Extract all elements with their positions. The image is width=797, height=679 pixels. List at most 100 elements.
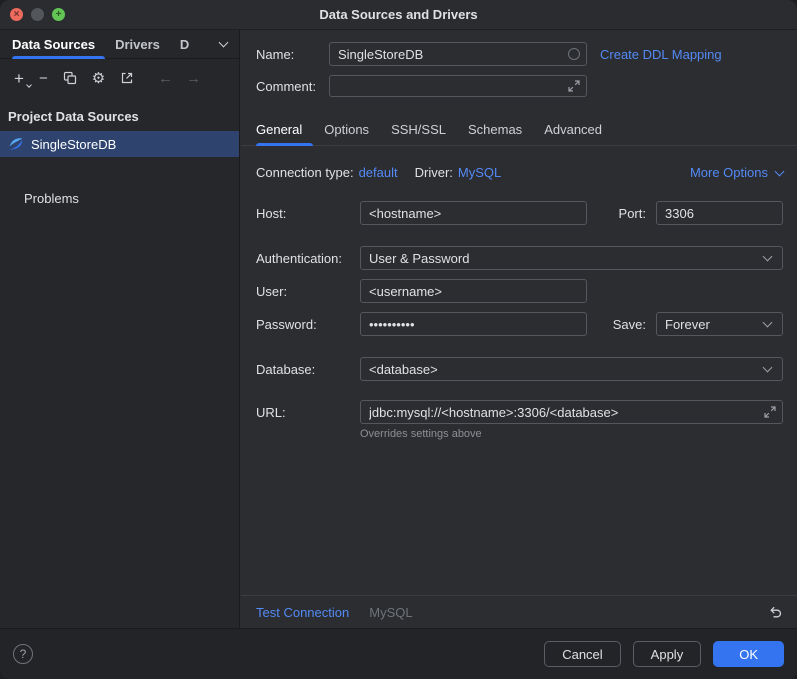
test-connection-link[interactable]: Test Connection [256, 605, 349, 620]
chevron-down-icon [763, 363, 773, 373]
create-ddl-mapping-link[interactable]: Create DDL Mapping [600, 47, 722, 62]
revert-button[interactable] [768, 605, 783, 620]
titlebar: × + Data Sources and Drivers [0, 0, 797, 30]
add-data-source-button[interactable]: + [14, 70, 24, 87]
ok-button[interactable]: OK [713, 641, 784, 667]
zoom-window-button[interactable]: + [52, 8, 65, 21]
sidebar: Data Sources Drivers D + − [0, 30, 240, 628]
chevron-down-icon [775, 166, 785, 176]
port-input[interactable] [657, 202, 782, 224]
list-item-label: SingleStoreDB [31, 137, 116, 152]
driver-value-link[interactable]: MySQL [458, 165, 501, 180]
name-input[interactable] [330, 43, 568, 65]
save-label: Save: [613, 317, 646, 332]
user-label: User: [256, 284, 360, 299]
tab-ssh-ssl-label: SSH/SSL [391, 122, 446, 137]
comment-input[interactable] [330, 76, 568, 96]
comment-field [329, 75, 587, 97]
port-field [656, 201, 783, 225]
dialog-footer: ? Cancel Apply OK [0, 628, 797, 679]
connection-footer: Test Connection MySQL [241, 595, 797, 628]
sidebar-tabs: Data Sources Drivers D [0, 30, 239, 59]
chevron-down-icon [763, 252, 773, 262]
data-source-properties-button[interactable]: ⚙ [92, 71, 105, 86]
expand-url-button[interactable] [764, 406, 776, 418]
password-input[interactable] [361, 313, 586, 335]
tab-schemas-label: Schemas [468, 122, 522, 137]
list-item-singlestoredb[interactable]: SingleStoreDB [0, 131, 239, 157]
minimize-window-button[interactable] [31, 8, 44, 21]
cancel-button[interactable]: Cancel [544, 641, 620, 667]
settings-tabs: General Options SSH/SSL Schemas Advanced [241, 118, 797, 146]
gear-icon: ⚙ [92, 71, 105, 86]
tab-ssh-ssl[interactable]: SSH/SSL [380, 122, 457, 145]
refresh-ring-icon [568, 48, 580, 60]
expand-comment-button[interactable] [568, 80, 580, 92]
url-input[interactable] [361, 401, 764, 423]
database-combobox[interactable]: <database> [360, 357, 783, 381]
password-field [360, 312, 587, 336]
url-label: URL: [256, 405, 360, 420]
close-window-button[interactable]: × [10, 8, 23, 21]
undo-icon [768, 605, 783, 620]
window-title: Data Sources and Drivers [319, 7, 477, 22]
more-options-label: More Options [690, 165, 768, 180]
tab-advanced[interactable]: Advanced [533, 122, 613, 145]
plus-dropdown-caret-icon [26, 82, 32, 88]
tab-data-sources[interactable]: Data Sources [12, 30, 105, 58]
driver-label: Driver: [415, 165, 453, 180]
tab-schemas[interactable]: Schemas [457, 122, 533, 145]
forward-button[interactable]: → [186, 71, 201, 86]
tab-options[interactable]: Options [313, 122, 380, 145]
remove-button[interactable]: − [39, 71, 48, 86]
tab-general[interactable]: General [256, 122, 313, 145]
tab-options-label: Options [324, 122, 369, 137]
tab-data-sources-label: Data Sources [12, 37, 95, 52]
tab-ddl-truncated[interactable]: D [170, 30, 199, 58]
database-value: <database> [369, 362, 438, 377]
host-field [360, 201, 587, 225]
problems-section[interactable]: Problems [0, 191, 239, 206]
help-button[interactable]: ? [13, 644, 33, 664]
comment-label: Comment: [256, 79, 329, 94]
more-options-link[interactable]: More Options [690, 165, 783, 180]
save-select[interactable]: Forever [656, 312, 783, 336]
data-sources-dialog: × + Data Sources and Drivers Data Source… [0, 0, 797, 679]
authentication-value: User & Password [369, 251, 469, 266]
external-link-icon [120, 71, 134, 85]
tab-drivers[interactable]: Drivers [105, 30, 170, 58]
tab-general-label: General [256, 122, 302, 137]
back-arrow-icon: ← [158, 71, 173, 86]
main-panel: Name: Create DDL Mapping Comment: Genera… [241, 30, 797, 628]
back-button[interactable]: ← [158, 71, 173, 86]
port-label: Port: [619, 206, 646, 221]
connection-type-value-link[interactable]: default [359, 165, 398, 180]
singlestore-icon [8, 136, 24, 152]
forward-arrow-icon: → [186, 71, 201, 86]
apply-button[interactable]: Apply [633, 641, 702, 667]
password-label: Password: [256, 317, 360, 332]
expand-icon [764, 406, 776, 418]
host-input[interactable] [361, 202, 586, 224]
user-field [360, 279, 587, 303]
name-label: Name: [256, 47, 329, 62]
save-value: Forever [665, 317, 710, 332]
tab-drivers-label: Drivers [115, 37, 160, 52]
name-field [329, 42, 587, 66]
tab-advanced-label: Advanced [544, 122, 602, 137]
host-label: Host: [256, 206, 360, 221]
open-in-editor-button[interactable] [120, 71, 134, 85]
history-nav: ← → [158, 71, 201, 86]
minus-icon: − [39, 71, 48, 86]
traffic-lights: × + [10, 0, 65, 29]
expand-icon [568, 80, 580, 92]
url-hint: Overrides settings above [360, 428, 783, 440]
database-label: Database: [256, 362, 360, 377]
sidebar-toolbar: + − ⚙ [0, 62, 239, 94]
authentication-select[interactable]: User & Password [360, 246, 783, 270]
user-input[interactable] [361, 280, 586, 302]
duplicate-button[interactable] [63, 71, 77, 85]
authentication-label: Authentication: [256, 251, 360, 266]
tabs-overflow-chevron-down-icon[interactable] [216, 38, 231, 50]
tab-ddl-truncated-label: D [180, 37, 189, 52]
